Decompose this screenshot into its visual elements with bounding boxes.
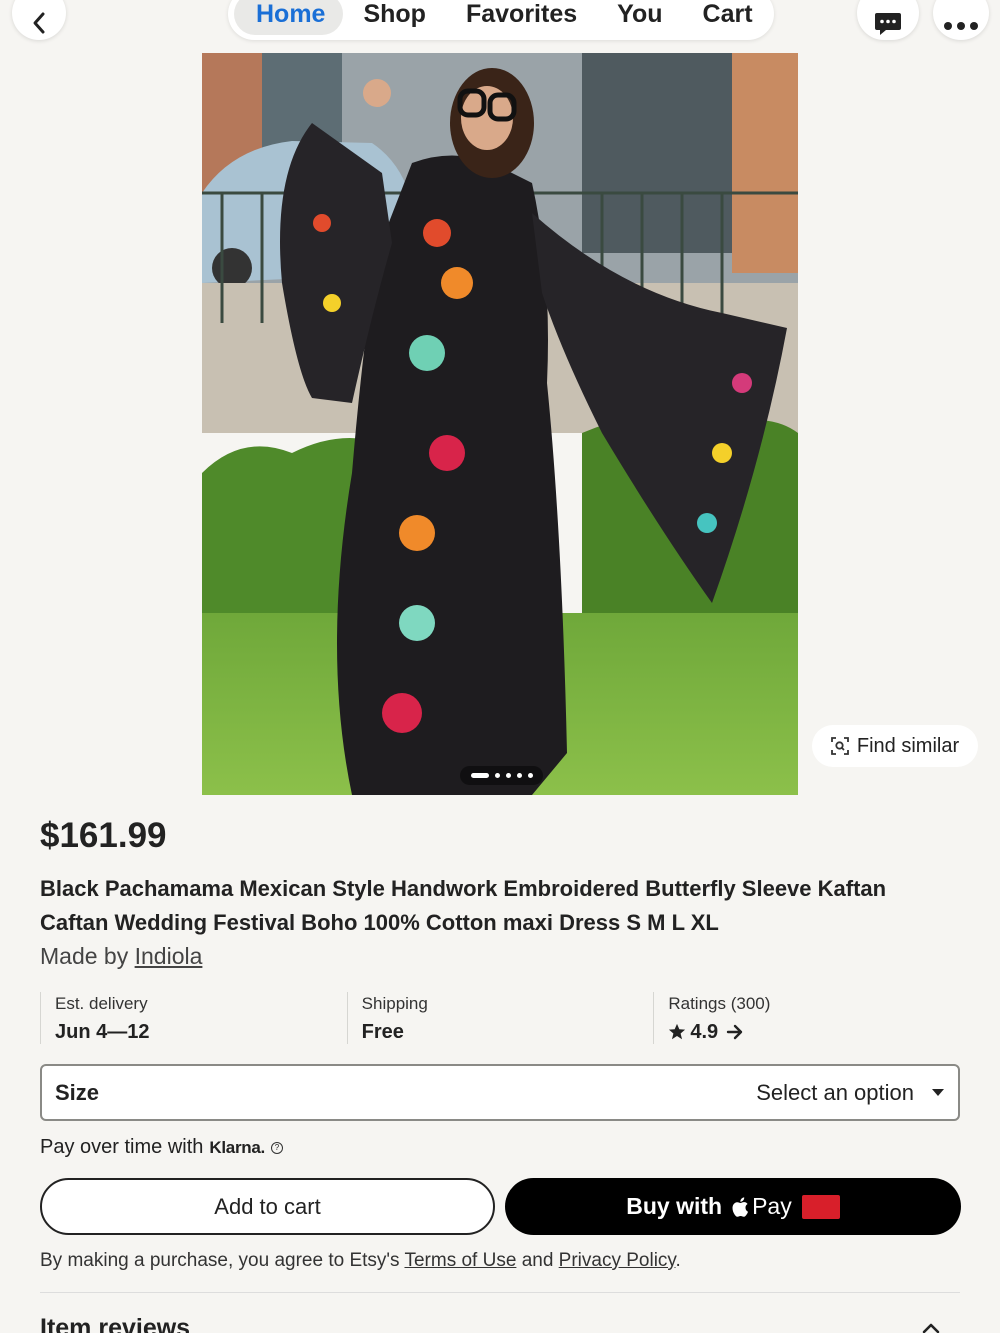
product-image[interactable] <box>202 53 798 795</box>
arrow-right-icon <box>726 1024 743 1040</box>
ratings-value-row[interactable]: 4.9 <box>668 1018 960 1046</box>
made-by: Made by Indiola <box>40 943 202 970</box>
shipping-value: Free <box>361 1021 404 1043</box>
message-button[interactable] <box>857 0 919 40</box>
chevron-up-icon[interactable] <box>922 1322 940 1333</box>
legal-notice: By making a purchase, you agree to Etsy'… <box>40 1250 681 1272</box>
more-options-button[interactable] <box>933 0 989 40</box>
chevron-left-icon <box>33 12 45 34</box>
pagination-dot <box>516 773 522 778</box>
pagination-dot <box>494 773 500 778</box>
pagination-dot <box>505 773 511 778</box>
help-icon[interactable]: ? <box>270 1141 283 1154</box>
legal-suffix: . <box>675 1250 681 1271</box>
size-select-value: Select an option <box>756 1080 944 1106</box>
size-select[interactable]: Size Select an option <box>40 1064 960 1121</box>
size-label: Size <box>55 1079 100 1105</box>
delivery-value: Jun 4—12 <box>55 1021 150 1043</box>
apple-pay-mark: Pay <box>732 1193 792 1220</box>
size-placeholder: Select an option <box>756 1079 914 1105</box>
shipping-info: Shipping Free <box>346 992 654 1044</box>
pagination-dot-active <box>470 773 489 778</box>
buy-with-label: Buy with <box>626 1193 723 1219</box>
tab-home[interactable]: Home <box>234 0 344 35</box>
klarna-logo: Klarna. <box>209 1137 265 1157</box>
legal-and: and <box>521 1250 554 1271</box>
shipping-label: Shipping <box>361 994 428 1013</box>
klarna-promo[interactable]: Pay over time with Klarna. ? <box>40 1136 283 1159</box>
pagination-dot <box>527 773 533 778</box>
shop-link[interactable]: Indiola <box>135 943 203 969</box>
product-title: Black Pachamama Mexican Style Handwork E… <box>40 876 887 935</box>
tab-you[interactable]: You <box>597 0 682 35</box>
section-divider <box>40 1292 960 1293</box>
tab-favorites[interactable]: Favorites <box>446 0 597 35</box>
card-icon <box>801 1194 840 1219</box>
back-button[interactable] <box>12 0 66 40</box>
tab-cart[interactable]: Cart <box>683 0 773 35</box>
terms-link[interactable]: Terms of Use <box>404 1250 516 1271</box>
find-similar-label: Find similar <box>856 734 960 757</box>
caret-down-icon <box>932 1088 944 1096</box>
product-price: $161.99 <box>40 816 167 855</box>
star-icon <box>669 1023 686 1040</box>
find-similar-button[interactable]: Find similar <box>812 725 978 767</box>
ratings-info[interactable]: Ratings (300) 4.9 <box>653 992 960 1044</box>
klarna-text: Pay over time with <box>40 1136 204 1158</box>
ratings-value: 4.9 <box>690 1021 719 1043</box>
made-by-prefix: Made by <box>40 943 129 969</box>
privacy-link[interactable]: Privacy Policy <box>559 1250 676 1271</box>
item-reviews-heading[interactable]: Item reviews <box>40 1314 190 1333</box>
tab-shop[interactable]: Shop <box>343 0 446 35</box>
message-icon <box>875 13 901 35</box>
product-info-row: Est. delivery Jun 4—12 Shipping Free Rat… <box>40 992 960 1044</box>
delivery-label: Est. delivery <box>55 994 148 1013</box>
image-pagination <box>460 766 543 785</box>
delivery-info: Est. delivery Jun 4—12 <box>40 992 347 1044</box>
main-nav: Home Shop Favorites You Cart <box>228 0 774 40</box>
pay-label: Pay <box>752 1193 792 1219</box>
apple-icon <box>732 1196 749 1217</box>
ratings-label: Ratings (300) <box>668 994 771 1013</box>
apple-pay-button[interactable]: Buy with Pay <box>505 1178 961 1235</box>
add-to-cart-button[interactable]: Add to cart <box>40 1178 495 1235</box>
more-horizontal-icon <box>944 22 978 30</box>
visual-search-icon <box>830 737 849 755</box>
legal-prefix: By making a purchase, you agree to Etsy'… <box>40 1250 400 1271</box>
